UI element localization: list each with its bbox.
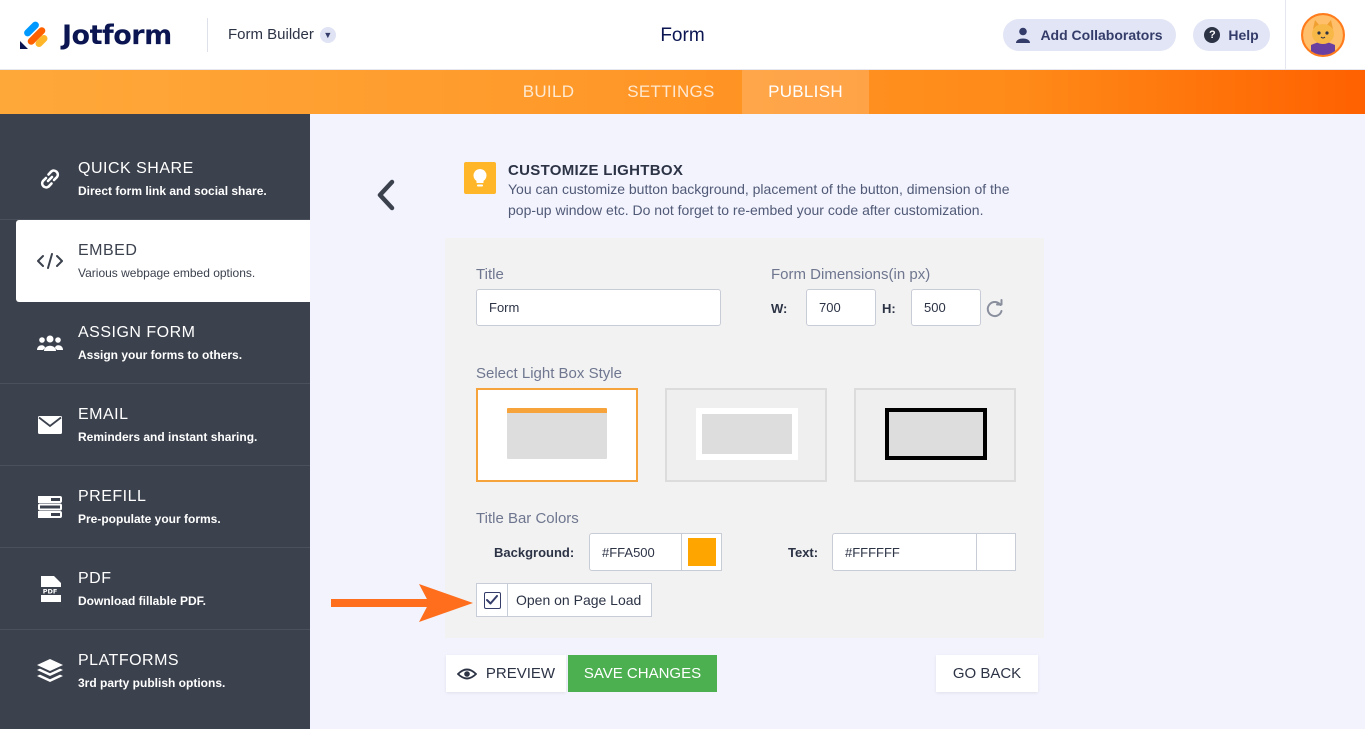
- preview-button[interactable]: PREVIEW: [446, 655, 566, 692]
- publish-sidebar: QUICK SHARE Direct form link and social …: [0, 114, 310, 729]
- width-label: W:: [771, 301, 788, 316]
- header-divider-right: [1285, 0, 1286, 70]
- sidebar-item-title: EMAIL: [78, 406, 129, 423]
- height-input[interactable]: 500: [911, 289, 981, 326]
- lightbulb-icon: [464, 162, 496, 194]
- sidebar-item-subtitle: Assign your forms to others.: [78, 348, 243, 362]
- style-preview-black-border: [885, 408, 987, 460]
- sidebar-item-subtitle: Various webpage embed options.: [78, 266, 256, 280]
- sidebar-item-prefill[interactable]: PREFILL Pre-populate your forms.: [0, 466, 310, 548]
- jotform-logo-icon: [20, 21, 48, 49]
- envelope-icon: [36, 412, 64, 438]
- open-on-page-load-checkbox[interactable]: Open on Page Load: [476, 583, 652, 617]
- sidebar-item-assign-form[interactable]: ASSIGN FORM Assign your forms to others.: [0, 302, 310, 384]
- help-button[interactable]: ? Help: [1193, 19, 1270, 51]
- top-header: Jotform Form Builder ▼ Form Add Collabor…: [0, 0, 1365, 70]
- preview-label: PREVIEW: [485, 665, 556, 682]
- svg-text:PDF: PDF: [43, 588, 58, 596]
- user-icon: [1016, 27, 1031, 43]
- background-swatch-fill: [687, 538, 716, 566]
- help-label: Help: [1228, 27, 1259, 43]
- builder-tab-bar: BUILD SETTINGS PUBLISH: [0, 70, 1365, 114]
- lightbox-style-label: Select Light Box Style: [476, 365, 622, 382]
- code-icon: [36, 248, 64, 274]
- avatar[interactable]: [1301, 13, 1345, 57]
- section-description: You can customize button background, pla…: [508, 181, 1010, 218]
- go-back-button[interactable]: GO BACK: [936, 655, 1038, 692]
- sidebar-item-title: QUICK SHARE: [78, 160, 194, 177]
- brand-name: Jotform: [62, 19, 172, 51]
- chevron-down-icon: ▼: [319, 26, 336, 43]
- sidebar-item-title: PLATFORMS: [78, 652, 180, 669]
- layers-icon: [36, 658, 64, 684]
- add-collaborators-label: Add Collaborators: [1040, 27, 1163, 43]
- header-divider: [207, 18, 208, 52]
- sidebar-item-quick-share[interactable]: QUICK SHARE Direct form link and social …: [0, 138, 310, 220]
- sidebar-item-platforms[interactable]: PLATFORMS 3rd party publish options.: [0, 630, 310, 712]
- save-changes-button[interactable]: SAVE CHANGES: [568, 655, 717, 692]
- title-label: Title: [476, 266, 504, 283]
- form-builder-dropdown[interactable]: Form Builder ▼: [228, 26, 336, 43]
- tab-build[interactable]: BUILD: [503, 70, 594, 114]
- question-icon: ?: [1204, 27, 1221, 43]
- sidebar-item-subtitle: Download fillable PDF.: [78, 594, 207, 608]
- section-title: CUSTOMIZE LIGHTBOX: [508, 162, 684, 179]
- pdf-icon: PDF: [36, 576, 64, 602]
- sidebar-item-embed[interactable]: EMBED Various webpage embed options.: [16, 220, 310, 302]
- title-input[interactable]: Form: [476, 289, 721, 326]
- style-preview-titlebar: [507, 408, 607, 459]
- tab-settings[interactable]: SETTINGS: [610, 70, 732, 114]
- link-icon: [36, 166, 64, 192]
- background-color-label: Background:: [494, 545, 575, 560]
- text-color-input[interactable]: #FFFFFF: [832, 533, 977, 571]
- sidebar-item-pdf[interactable]: PDF PDF Download fillable PDF.: [0, 548, 310, 630]
- form-dimensions-label: Form Dimensions(in px): [771, 266, 931, 283]
- reset-icon[interactable]: [985, 299, 1005, 319]
- lightbox-style-option-2[interactable]: [665, 388, 827, 482]
- people-icon: [36, 330, 64, 356]
- sidebar-item-subtitle: Pre-populate your forms.: [78, 512, 221, 526]
- prefill-icon: [36, 494, 64, 520]
- back-chevron-icon[interactable]: [372, 178, 400, 212]
- sidebar-item-title: EMBED: [78, 242, 138, 259]
- sidebar-item-title: ASSIGN FORM: [78, 324, 196, 341]
- eye-icon: [456, 668, 477, 679]
- text-color-label: Text:: [788, 545, 819, 560]
- jotform-logo[interactable]: Jotform: [18, 19, 172, 51]
- text-color-swatch[interactable]: [977, 533, 1016, 571]
- checkbox-box[interactable]: [477, 584, 508, 616]
- orange-arrow-annotation: [331, 584, 473, 622]
- form-builder-label: Form Builder: [228, 26, 314, 43]
- checkmark-icon: [483, 591, 501, 609]
- sidebar-item-subtitle: Reminders and instant sharing.: [78, 430, 258, 444]
- height-label: H:: [882, 301, 896, 316]
- tab-publish[interactable]: PUBLISH: [742, 70, 869, 114]
- sidebar-item-email[interactable]: EMAIL Reminders and instant sharing.: [0, 384, 310, 466]
- sidebar-item-subtitle: Direct form link and social share.: [78, 184, 267, 198]
- sidebar-item-title: PREFILL: [78, 488, 147, 505]
- width-input[interactable]: 700: [806, 289, 876, 326]
- cat-avatar-icon: [1303, 15, 1343, 55]
- background-color-input[interactable]: #FFA500: [589, 533, 682, 571]
- open-on-page-load-label: Open on Page Load: [516, 592, 642, 608]
- lightbox-style-option-1[interactable]: [476, 388, 638, 482]
- sidebar-item-subtitle: 3rd party publish options.: [78, 676, 226, 690]
- style-preview-white-border: [696, 408, 798, 460]
- lightbox-style-option-3[interactable]: [854, 388, 1016, 482]
- title-bar-colors-label: Title Bar Colors: [476, 510, 579, 527]
- add-collaborators-button[interactable]: Add Collaborators: [1003, 19, 1176, 51]
- sidebar-item-title: PDF: [78, 570, 112, 587]
- background-color-swatch[interactable]: [682, 533, 722, 571]
